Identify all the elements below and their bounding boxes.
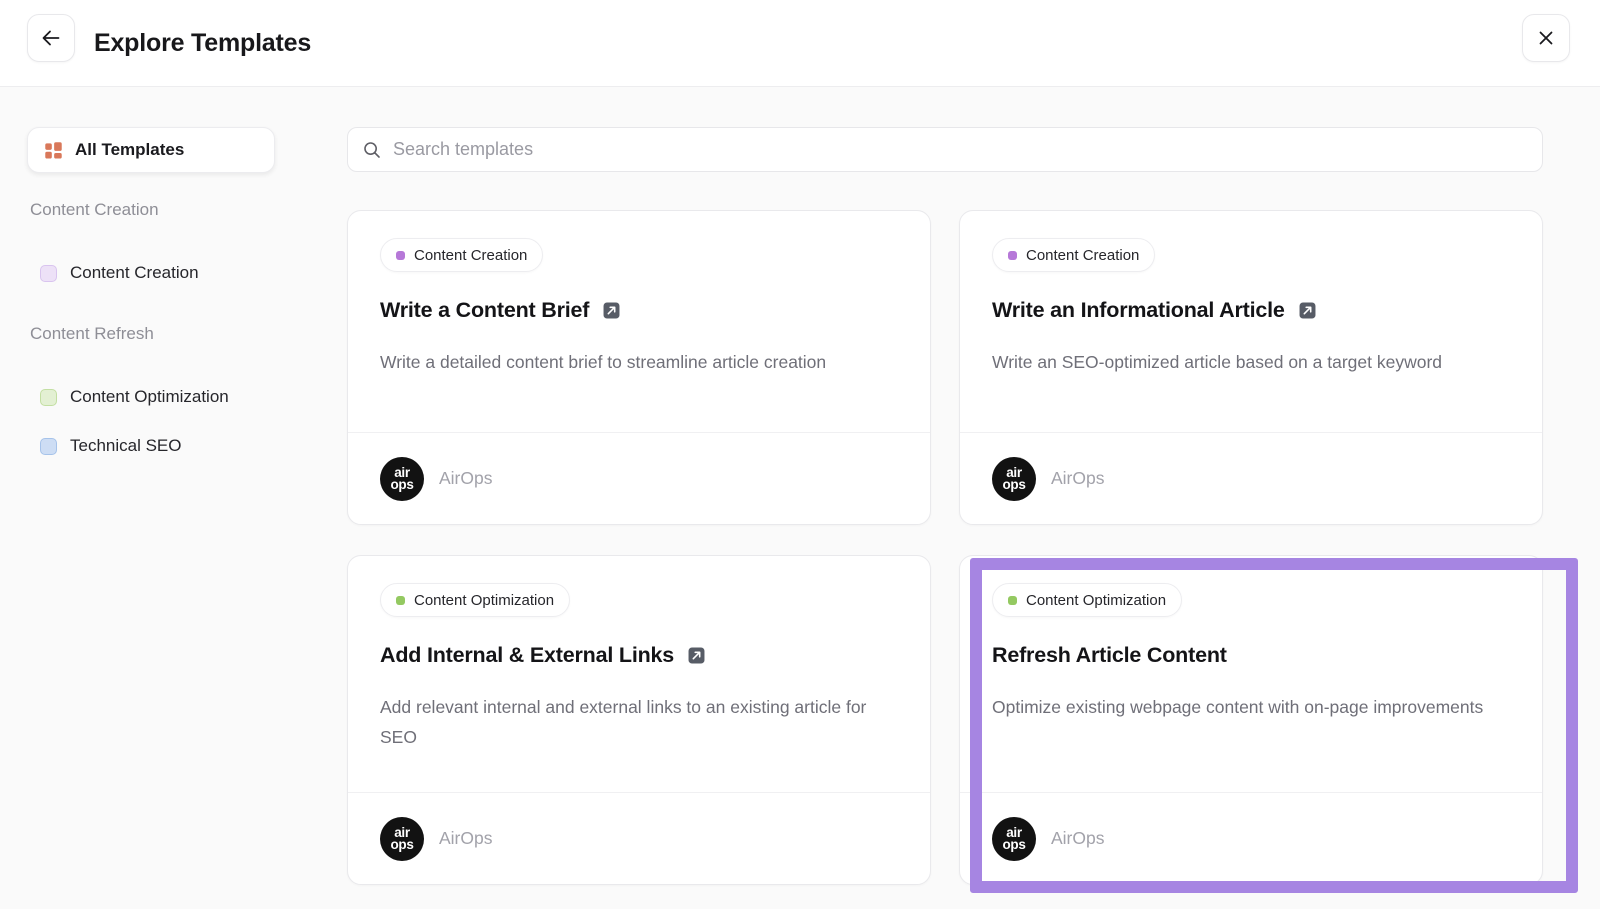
sidebar-item-label: Technical SEO [70,436,182,456]
sidebar-item-label: All Templates [75,140,184,160]
badge-dot-icon [396,251,405,260]
badge-dot-icon [1008,596,1017,605]
grid-icon [44,141,63,160]
card-footer: airops AirOps [960,432,1542,524]
modal-header: Explore Templates [0,0,1600,87]
category-swatch-icon [40,389,57,406]
airops-logo: airops [380,457,424,501]
publisher-name: AirOps [1051,828,1104,849]
close-icon [1537,29,1555,47]
sidebar-section-content-creation: Content Creation [30,200,159,220]
card-footer: airops AirOps [960,792,1542,884]
category-swatch-icon [40,265,57,282]
category-badge: Content Optimization [380,583,570,617]
template-description: Write an SEO-optimized article based on … [992,347,1492,377]
sidebar-item-label: Content Creation [70,263,199,283]
sidebar-item-label: Content Optimization [70,387,229,407]
sidebar-item-content-creation[interactable]: Content Creation [40,260,199,286]
card-footer: airops AirOps [348,432,930,524]
badge-dot-icon [1008,251,1017,260]
search-input[interactable] [393,139,1528,160]
external-link-icon[interactable] [603,302,620,319]
category-sidebar: All Templates Content Creation Content C… [27,127,277,647]
sidebar-item-technical-seo[interactable]: Technical SEO [40,433,182,459]
sidebar-item-content-optimization[interactable]: Content Optimization [40,384,229,410]
category-swatch-icon [40,438,57,455]
badge-label: Content Creation [414,247,527,264]
airops-logo: airops [380,817,424,861]
badge-label: Content Creation [1026,247,1139,264]
publisher-name: AirOps [439,468,492,489]
close-button[interactable] [1522,14,1570,62]
category-badge: Content Optimization [992,583,1182,617]
sidebar-item-all-templates[interactable]: All Templates [27,127,275,173]
template-title: Write an Informational Article [992,298,1285,323]
badge-label: Content Optimization [414,592,554,609]
card-footer: airops AirOps [348,792,930,884]
template-description: Write a detailed content brief to stream… [380,347,880,377]
search-icon [362,140,382,160]
template-title: Write a Content Brief [380,298,589,323]
arrow-left-icon [40,27,62,49]
badge-label: Content Optimization [1026,592,1166,609]
category-badge: Content Creation [992,238,1155,272]
category-badge: Content Creation [380,238,543,272]
back-button[interactable] [27,14,75,62]
templates-main-area: Content Creation Write a Content Brief W… [347,127,1543,885]
publisher-name: AirOps [1051,468,1104,489]
sidebar-section-content-refresh: Content Refresh [30,324,154,344]
external-link-icon[interactable] [1299,302,1316,319]
publisher-name: AirOps [439,828,492,849]
external-link-icon[interactable] [688,647,705,664]
template-description: Optimize existing webpage content with o… [992,692,1492,722]
template-card-write-a-content-brief[interactable]: Content Creation Write a Content Brief W… [347,210,931,525]
badge-dot-icon [396,596,405,605]
airops-logo: airops [992,457,1036,501]
template-description: Add relevant internal and external links… [380,692,880,752]
template-card-write-an-informational-article[interactable]: Content Creation Write an Informational … [959,210,1543,525]
template-card-add-internal-external-links[interactable]: Content Optimization Add Internal & Exte… [347,555,931,885]
template-card-refresh-article-content[interactable]: Content Optimization Refresh Article Con… [959,555,1543,885]
template-title: Refresh Article Content [992,643,1227,668]
search-bar [347,127,1543,172]
template-title: Add Internal & External Links [380,643,674,668]
airops-logo: airops [992,817,1036,861]
page-title: Explore Templates [94,0,311,87]
template-grid: Content Creation Write a Content Brief W… [347,210,1543,885]
